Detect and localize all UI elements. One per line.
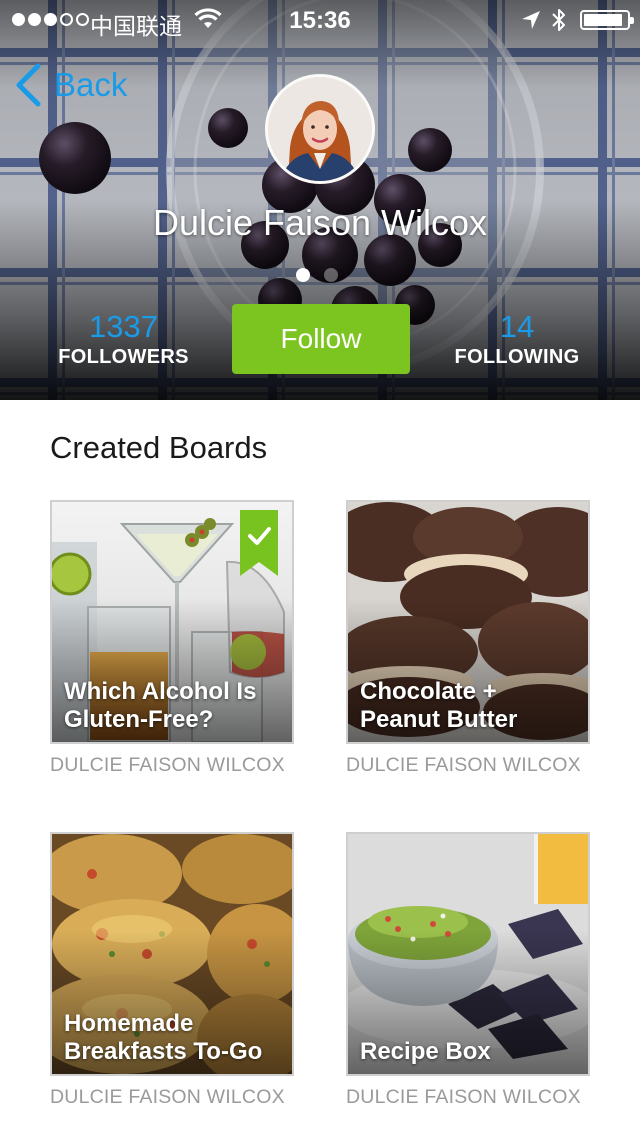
board-owner[interactable]: DULCIE FAISON WILCOX [50, 754, 294, 777]
follow-button[interactable]: Follow [232, 304, 410, 374]
avatar[interactable] [265, 74, 375, 184]
back-label: Back [54, 66, 128, 103]
board-thumbnail[interactable]: Which Alcohol Is Gluten-Free? [50, 500, 294, 744]
page-dot [296, 268, 310, 282]
board-card[interactable]: Homemade Breakfasts To-Go DULCIE FAISON … [50, 832, 294, 1109]
following-label: FOLLOWING [454, 346, 580, 368]
board-thumbnail[interactable]: Chocolate + Peanut Butter [346, 500, 590, 744]
board-card[interactable]: Chocolate + Peanut Butter DULCIE FAISON … [346, 500, 590, 777]
battery-icon [580, 10, 634, 30]
board-thumbnail[interactable]: Homemade Breakfasts To-Go [50, 832, 294, 1076]
status-bar: 中国联通 15:36 [0, 0, 640, 40]
board-owner[interactable]: DULCIE FAISON WILCOX [346, 1086, 590, 1109]
board-thumbnail[interactable]: Recipe Box [346, 832, 590, 1076]
bluetooth-icon [552, 9, 565, 31]
board-owner[interactable]: DULCIE FAISON WILCOX [346, 754, 590, 777]
status-time: 15:36 [289, 7, 351, 34]
section-title: Created Boards [50, 430, 268, 465]
following-count: 14 [499, 309, 535, 344]
board-title: Homemade Breakfasts To-Go [64, 1010, 263, 1065]
page-indicator[interactable] [296, 268, 338, 282]
chevron-left-icon [16, 63, 41, 107]
board-title: Chocolate + Peanut Butter [360, 678, 518, 733]
page-dot [324, 268, 338, 282]
board-owner[interactable]: DULCIE FAISON WILCOX [50, 1086, 294, 1109]
board-card[interactable]: Which Alcohol Is Gluten-Free? DULCIE FAI… [50, 500, 294, 777]
location-arrow-icon [522, 11, 540, 29]
followers-count: 1337 [89, 309, 158, 344]
followers-stat[interactable]: 1337 FOLLOWERS [52, 310, 195, 370]
profile-name: Dulcie Faison Wilcox [152, 202, 488, 243]
board-title: Recipe Box [360, 1038, 491, 1065]
avatar-photo [268, 77, 372, 181]
profile-header: 中国联通 15:36 Back Dulcie Faison Wilcox 133… [0, 0, 640, 400]
board-title: Which Alcohol Is Gluten-Free? [64, 678, 257, 733]
following-stat[interactable]: 14 FOLLOWING [446, 310, 588, 370]
back-button[interactable]: Back [14, 62, 127, 108]
followers-label: FOLLOWERS [58, 346, 189, 368]
board-card[interactable]: Recipe Box DULCIE FAISON WILCOX [346, 832, 590, 1109]
